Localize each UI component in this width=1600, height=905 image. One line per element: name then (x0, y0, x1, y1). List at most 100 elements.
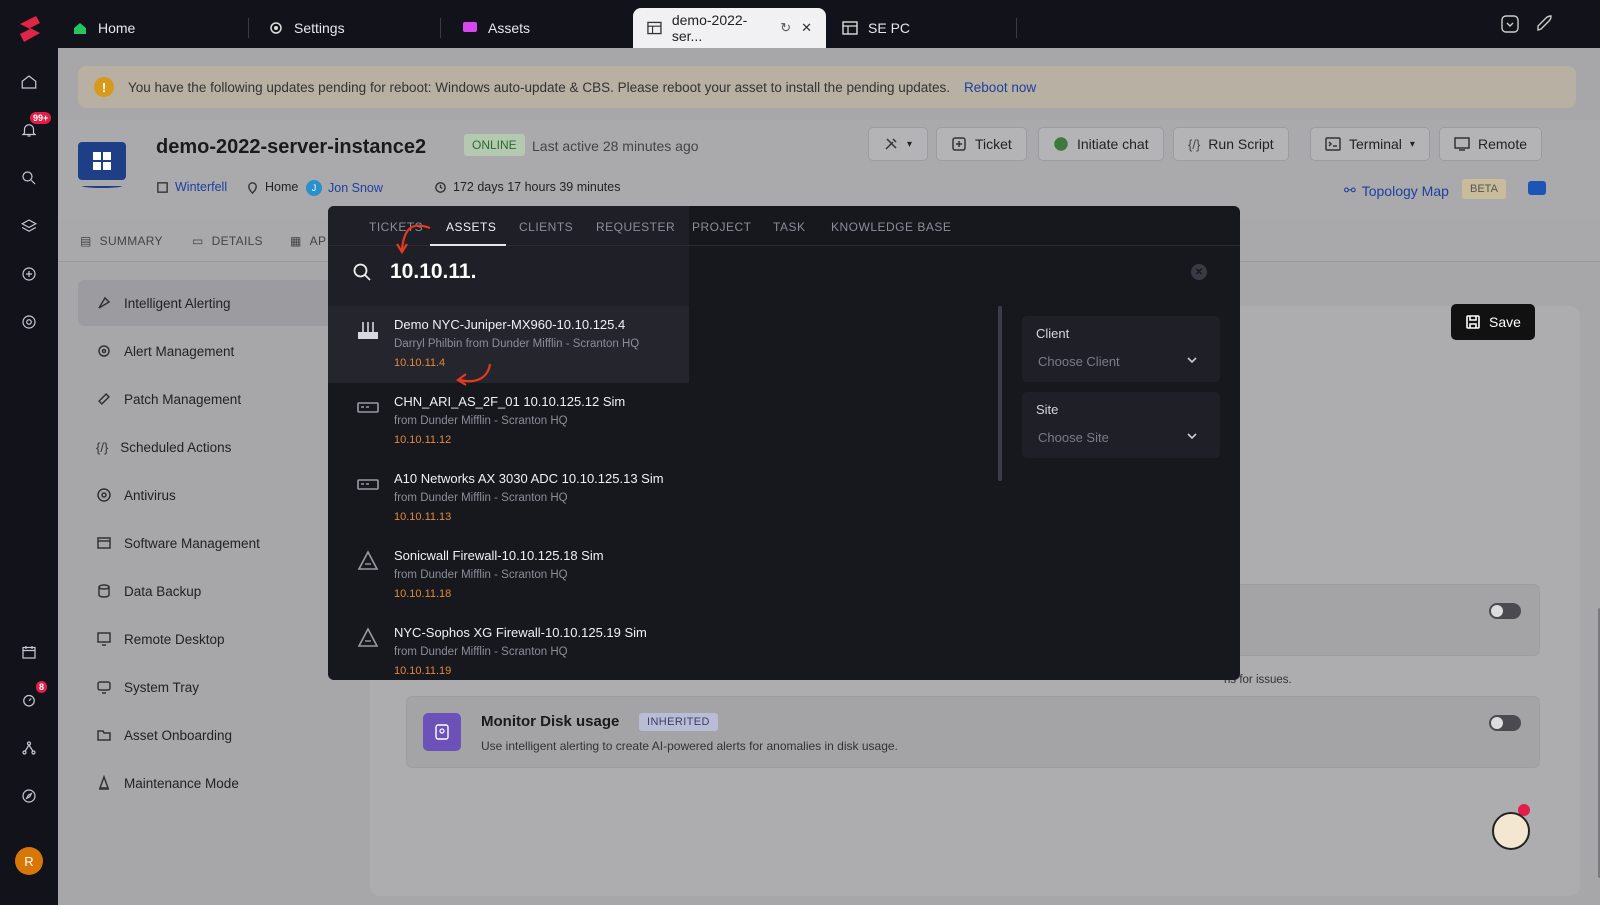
chevron-down-icon: ▾ (907, 138, 913, 150)
menu-software-management[interactable]: Software Management (78, 520, 348, 566)
site-link[interactable]: Winterfell (156, 180, 227, 194)
disk-usage-toggle[interactable] (1489, 715, 1521, 731)
app-logo-icon[interactable] (10, 10, 48, 48)
banner-message: You have the following updates pending f… (128, 79, 951, 95)
refresh-icon[interactable]: ↻ (780, 20, 791, 36)
search-tab-task[interactable]: TASK (773, 220, 805, 234)
topology-map-link[interactable]: ⚯ Topology Map (1344, 182, 1449, 199)
menu-intelligent-alerting[interactable]: Intelligent Alerting (78, 280, 348, 326)
network-icon[interactable] (17, 736, 41, 760)
chat-icon (1054, 137, 1068, 151)
timer-badge: 8 (36, 681, 48, 693)
avatar[interactable]: R (15, 847, 43, 875)
menu-system-tray[interactable]: System Tray (78, 664, 348, 710)
save-icon (1466, 315, 1480, 329)
location-pin-icon (248, 181, 257, 194)
search-icon (353, 263, 371, 281)
ticket-button[interactable]: Ticket (936, 127, 1027, 161)
search-tab-assets[interactable]: ASSETS (446, 220, 496, 234)
run-script-button[interactable]: {/} Run Script (1173, 127, 1289, 161)
calendar-icon[interactable] (17, 640, 41, 664)
layers-icon[interactable] (17, 214, 41, 238)
clear-search-icon[interactable]: ✕ (1191, 264, 1207, 280)
menu-remote-desktop[interactable]: Remote Desktop (78, 616, 348, 662)
search-tab-project[interactable]: PROJECT (692, 220, 752, 234)
tools-icon (885, 138, 897, 150)
topology-icon: ⚯ (1344, 182, 1356, 198)
tab-settings[interactable]: Settings (254, 8, 359, 48)
client-filter[interactable]: Client Choose Client (1022, 316, 1220, 382)
search-icon[interactable] (17, 166, 41, 190)
assistant-bot-icon[interactable] (1492, 812, 1530, 850)
inherited-badge: INHERITED (639, 713, 718, 731)
tab-bar: Home Settings Assets demo-2022-ser... ↻ … (58, 0, 1600, 48)
site-filter[interactable]: Site Choose Site (1022, 392, 1220, 458)
menu-patch-management[interactable]: Patch Management (78, 376, 348, 422)
menu-maintenance-mode[interactable]: Maintenance Mode (78, 760, 348, 806)
search-result[interactable]: CHN_ARI_AS_2F_01 10.10.125.12 Sim from D… (328, 383, 1008, 460)
monitor-icon (97, 632, 111, 646)
global-search-overlay: TICKETS ASSETS CLIENTS REQUESTER PROJECT… (328, 206, 1240, 680)
results-scrollbar[interactable] (998, 306, 1002, 481)
reboot-now-link[interactable]: Reboot now (964, 80, 1036, 95)
tab-se-pc[interactable]: SE PC (828, 8, 924, 48)
menu-asset-onboarding[interactable]: Asset Onboarding (78, 712, 348, 758)
close-icon[interactable]: ✕ (801, 20, 812, 36)
alert-toggle[interactable] (1489, 603, 1521, 619)
search-tab-requester[interactable]: REQUESTER (596, 220, 675, 234)
add-ticket-icon (952, 137, 966, 151)
home-icon[interactable] (17, 70, 41, 94)
search-result[interactable]: NYC-Sophos XG Firewall-10.10.125.19 Sim … (328, 614, 1008, 680)
clock-icon (435, 181, 446, 193)
initiate-chat-button[interactable]: Initiate chat (1038, 127, 1164, 161)
firewall-icon (357, 550, 379, 570)
disk-usage-row: Monitor Disk usage INHERITED Use intelli… (406, 696, 1540, 768)
tab-label: SE PC (868, 20, 911, 36)
search-result[interactable]: A10 Networks AX 3030 ADC 10.10.125.13 Si… (328, 460, 1008, 537)
tab-assets[interactable]: Assets (448, 8, 544, 48)
tray-icon (97, 681, 111, 694)
chevron-down-icon: ▾ (1409, 138, 1415, 150)
switch-icon (357, 402, 379, 413)
switch-icon (357, 479, 379, 490)
rocket-icon[interactable] (1534, 14, 1554, 34)
search-tab-clients[interactable]: CLIENTS (519, 220, 573, 234)
asset-header: demo-2022-server-instance2 ONLINE Last a… (58, 120, 1600, 220)
save-button[interactable]: Save (1451, 304, 1535, 340)
gear-icon[interactable] (17, 310, 41, 334)
alert-icon (98, 296, 111, 309)
tab-label: Settings (294, 20, 345, 36)
tab-label: demo-2022-ser... (671, 12, 748, 44)
database-icon (98, 584, 110, 598)
menu-alert-management[interactable]: Alert Management (78, 328, 348, 374)
search-tab-knowledge-base[interactable]: KNOWLEDGE BASE (831, 220, 951, 234)
cone-icon (98, 775, 110, 790)
add-icon[interactable] (17, 262, 41, 286)
settings-sidemenu: Intelligent Alerting Alert Management Pa… (58, 262, 358, 905)
tab-current-asset[interactable]: demo-2022-ser... ↻ ✕ (633, 8, 826, 48)
last-active-text: Last active 28 minutes ago (532, 138, 699, 154)
tab-home[interactable]: Home (58, 8, 149, 48)
menu-data-backup[interactable]: Data Backup (78, 568, 348, 614)
search-result[interactable]: Sonicwall Firewall-10.10.125.18 Sim from… (328, 537, 1008, 614)
active-tab-indicator (430, 244, 506, 246)
compass-icon[interactable] (17, 784, 41, 808)
menu-scheduled-actions[interactable]: {/} Scheduled Actions (78, 424, 348, 470)
clipboard-icon: ▭ (192, 234, 204, 248)
annotation-arrow-icon (396, 224, 431, 255)
search-result[interactable]: Demo NYC-Juniper-MX960-10.10.125.4 Darry… (328, 306, 689, 383)
user-link[interactable]: J Jon Snow (306, 180, 383, 196)
asset-window-icon (842, 21, 858, 35)
chevron-down-icon (1187, 433, 1197, 440)
video-icon[interactable] (1528, 181, 1546, 195)
remote-icon (1454, 137, 1470, 151)
dropdown-icon[interactable] (1500, 14, 1520, 34)
tab-summary[interactable]: ▤ SUMMARY (80, 234, 163, 248)
tools-dropdown-button[interactable]: ▾ (868, 127, 928, 161)
remote-button[interactable]: Remote (1439, 127, 1543, 161)
tab-apps[interactable]: ▦ AP (290, 234, 326, 248)
search-input[interactable]: 10.10.11. (390, 260, 476, 284)
tab-details[interactable]: ▭ DETAILS (192, 234, 263, 248)
menu-antivirus[interactable]: Antivirus (78, 472, 348, 518)
terminal-button[interactable]: Terminal ▾ (1310, 127, 1430, 161)
